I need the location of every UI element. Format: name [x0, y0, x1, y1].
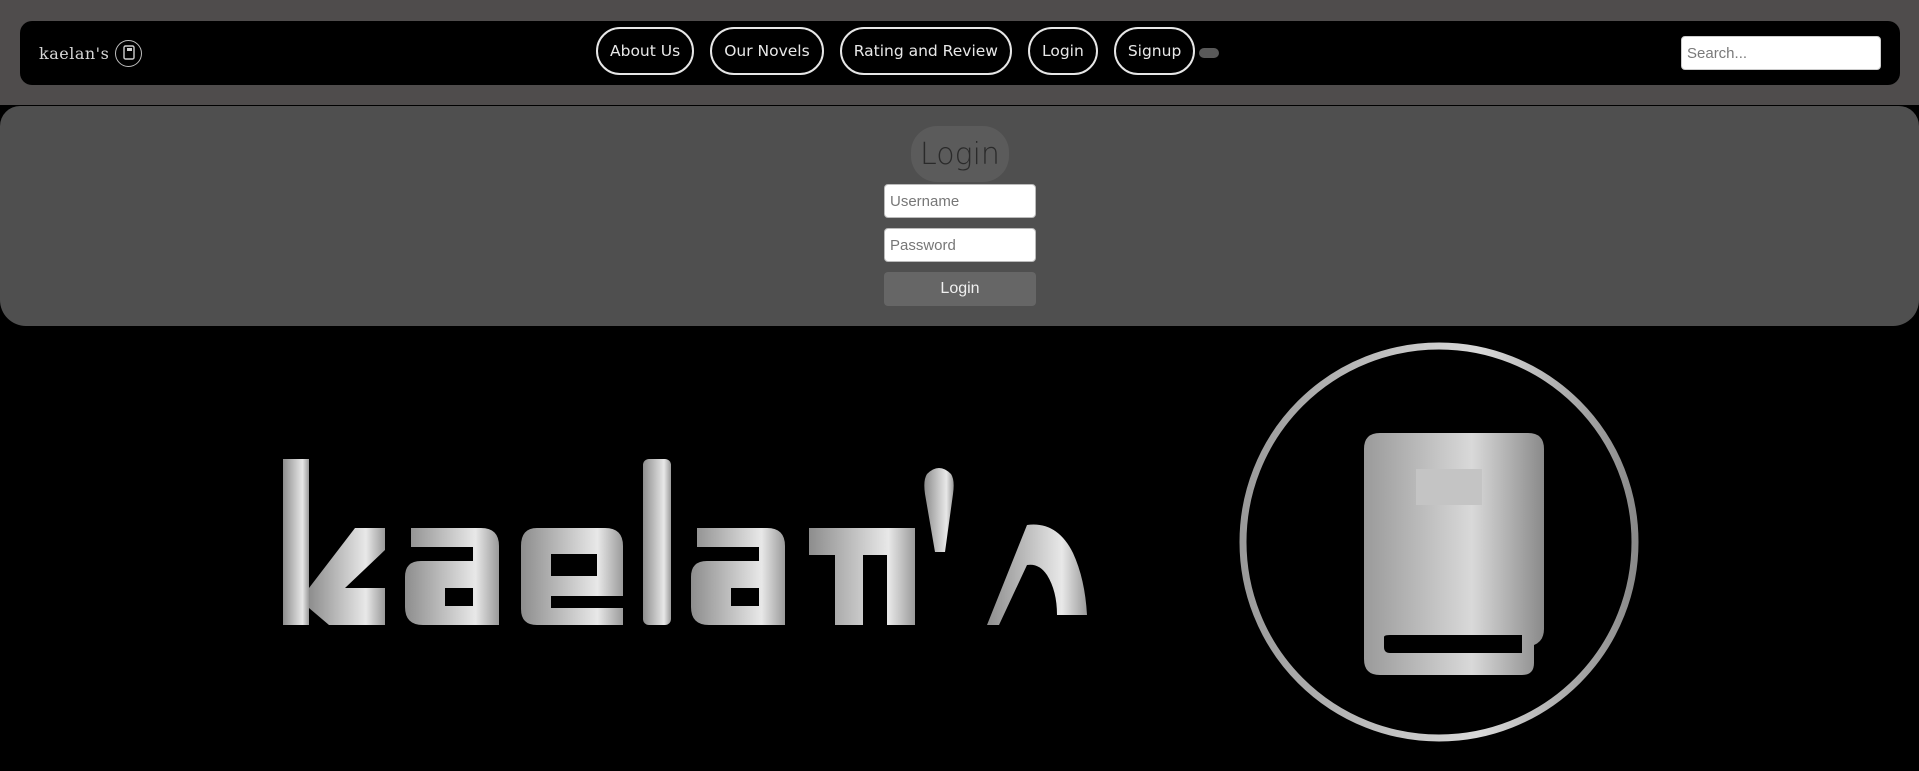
navbar: kaelan's About Us Our Novels Rating and …: [20, 21, 1900, 85]
main-nav: About Us Our Novels Rating and Review Lo…: [596, 27, 1196, 75]
brand-name: kaelan's: [39, 43, 110, 63]
header-frame: kaelan's About Us Our Novels Rating and …: [0, 0, 1919, 105]
theme-toggle[interactable]: [1199, 48, 1219, 58]
book-icon: [115, 39, 143, 67]
password-field[interactable]: [884, 228, 1036, 262]
search-input[interactable]: [1681, 36, 1881, 70]
nav-login[interactable]: Login: [1027, 27, 1098, 75]
nav-about-us[interactable]: About Us: [596, 27, 695, 75]
login-title: Login: [911, 126, 1009, 182]
nav-rating-and-review[interactable]: Rating and Review: [839, 27, 1012, 75]
nav-our-novels[interactable]: Our Novels: [710, 27, 824, 75]
hero-logo-wordmark: [283, 459, 1087, 625]
username-field[interactable]: [884, 184, 1036, 218]
page: kaelan's About Us Our Novels Rating and …: [0, 0, 1919, 771]
login-panel: Login Login: [0, 106, 1919, 326]
nav-signup[interactable]: Signup: [1113, 27, 1196, 75]
brand-logo[interactable]: kaelan's: [39, 37, 143, 69]
book-icon: [1239, 342, 1639, 742]
login-button[interactable]: Login: [884, 272, 1036, 306]
